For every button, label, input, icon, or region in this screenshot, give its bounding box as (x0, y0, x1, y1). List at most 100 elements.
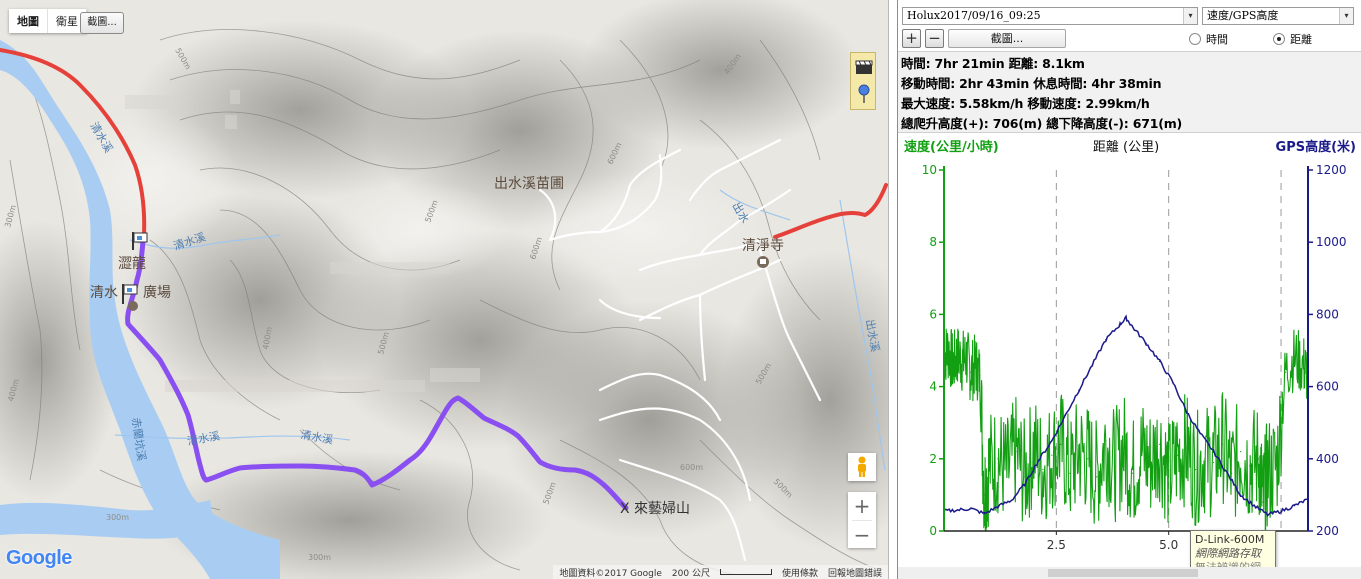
speed-point (1150, 461, 1152, 464)
terms-link[interactable]: 使用條款 (782, 566, 818, 579)
map-zoom-out-button[interactable]: − (848, 521, 876, 549)
speed-point (952, 364, 954, 366)
right-tick-label: 600 (1316, 380, 1339, 394)
destination-label: X 來藝婦山 (620, 500, 690, 517)
speed-point (1186, 447, 1188, 449)
altitude-point (983, 512, 986, 515)
stats-speed: 最大速度: 5.58km/h 移動速度: 2.99km/h (901, 96, 1150, 111)
stats-moving-rest: 移動時間: 2hr 43min 休息時間: 4hr 38min (901, 76, 1162, 91)
altitude-point (1010, 499, 1013, 502)
speed-point (1213, 461, 1215, 464)
tooltip-title: D-Link-600M (1195, 533, 1265, 546)
clapper-icon[interactable] (854, 56, 874, 78)
speed-point (988, 465, 990, 467)
speed-point (1204, 458, 1206, 460)
x-tick-label: 2.5 (1047, 538, 1066, 552)
street-view-pegman-icon[interactable] (848, 453, 876, 481)
altitude-point (1118, 324, 1120, 326)
speed-point (961, 360, 963, 362)
track-panel: Holux2017/09/16_09:25 ▾ 速度/GPS高度 ▾ + − 截… (897, 0, 1361, 579)
speed-point (1275, 465, 1278, 467)
map-data-attribution: 地圖資料©2017 Google (559, 568, 662, 579)
chevron-down-icon[interactable]: ▾ (1339, 8, 1353, 24)
speed-point (1069, 472, 1071, 474)
altitude-point (1266, 514, 1269, 516)
dragon-label: 澀龍 (118, 255, 146, 272)
right-axis-title: GPS高度(米) (1276, 139, 1356, 155)
speed-point (1132, 472, 1134, 474)
altitude-point (1051, 440, 1053, 442)
radio-distance-label: 距離 (1290, 33, 1312, 46)
track-file-select[interactable]: Holux2017/09/16_09:25 ▾ (902, 7, 1198, 25)
temple-label: 清淨寺 (742, 238, 784, 254)
altitude-point (970, 507, 972, 510)
speed-point (1006, 472, 1008, 474)
google-logo[interactable]: Google (6, 547, 72, 570)
radio-distance-dot[interactable] (1273, 33, 1285, 45)
speed-point (1239, 450, 1242, 453)
map-view[interactable]: 出水溪苗圃 清淨寺 清水 廣場 澀龍 X 來藝婦山 清水溪 清水溪 清水溪 清水… (0, 0, 889, 579)
plaza-left-label: 清水 (90, 285, 118, 301)
chart-horizontal-scrollbar[interactable] (898, 567, 1361, 579)
chart-zoom-in-button[interactable]: + (902, 29, 921, 48)
radio-time[interactable]: 時間 (1189, 31, 1228, 47)
chevron-down-icon[interactable]: ▾ (1183, 8, 1197, 24)
speed-point (983, 494, 986, 496)
map-canvas[interactable]: 出水溪苗圃 清淨寺 清水 廣場 澀龍 X 來藝婦山 清水溪 清水溪 清水溪 清水… (0, 0, 889, 579)
altitude-point (1091, 364, 1093, 366)
temple-icon[interactable] (757, 256, 769, 268)
scrollbar-thumb[interactable] (1048, 569, 1198, 577)
chart-svg[interactable]: 0 2 4 6 8 10 200 400 600 800 1000 1200 2.5 5.0 速度(公里/小… (898, 134, 1361, 567)
altitude-point (1253, 505, 1255, 507)
altitude-point (1199, 432, 1201, 435)
speed-point (1195, 469, 1197, 471)
speed-elevation-chart[interactable]: 0 2 4 6 8 10 200 400 600 800 1000 1200 2.5 5.0 速度(公里/小… (898, 134, 1361, 579)
speed-point (1096, 476, 1098, 478)
right-tick-label: 1000 (1316, 235, 1347, 249)
altitude-point (1105, 338, 1107, 341)
speed-point (1177, 454, 1179, 456)
map-scale-label[interactable]: 200 公尺 (672, 566, 710, 579)
altitude-point (1145, 342, 1147, 344)
river-label: 清水溪 (299, 428, 334, 447)
app-window: 出水溪苗圃 清淨寺 清水 廣場 澀龍 X 來藝婦山 清水溪 清水溪 清水溪 清水… (0, 0, 1361, 579)
right-tick-label: 200 (1316, 524, 1339, 538)
speed-point (1087, 458, 1089, 460)
speed-point (1284, 371, 1287, 373)
contour-label: 300m (106, 513, 129, 522)
stats-elevation: 總爬升高度(+): 706(m) 總下降高度(-): 671(m) (901, 116, 1183, 131)
map-zoom-in-button[interactable]: + (848, 492, 876, 520)
speed-point (970, 371, 972, 373)
radio-time-dot[interactable] (1189, 33, 1201, 45)
speed-point (1024, 476, 1026, 478)
location-pin-icon[interactable] (854, 83, 874, 105)
plaza-icon[interactable] (128, 301, 138, 311)
chart-capture-button[interactable]: 截圖... (948, 29, 1066, 48)
radio-distance[interactable]: 距離 (1273, 31, 1312, 47)
altitude-point (1024, 483, 1026, 485)
nursery-label: 出水溪苗圃 (494, 176, 564, 192)
speed-point (1105, 440, 1107, 442)
altitude-point (1239, 494, 1242, 496)
right-tick-label: 800 (1316, 307, 1339, 321)
chart-zoom-out-button[interactable]: − (925, 29, 944, 48)
plaza-right-label: 廣場 (143, 284, 171, 301)
right-tick-label: 1200 (1316, 163, 1347, 177)
altitude-point (1280, 510, 1282, 512)
chart-mode-value: 速度/GPS高度 (1207, 9, 1279, 22)
speed-point (1168, 476, 1170, 478)
speed-point (997, 458, 999, 460)
chart-mode-select[interactable]: 速度/GPS高度 ▾ (1202, 7, 1354, 25)
speed-point (1222, 443, 1224, 445)
report-map-error-link[interactable]: 回報地圖錯誤 (828, 566, 882, 579)
x-tick-label: 5.0 (1159, 538, 1178, 552)
altitude-point (1078, 389, 1080, 391)
map-type-map-tab[interactable]: 地圖 (9, 9, 48, 33)
altitude-point (956, 509, 959, 511)
speed-point (1248, 465, 1251, 467)
google-logo-text: Google (6, 547, 72, 569)
map-capture-button[interactable]: 截圖... (80, 12, 124, 34)
left-tick-label: 8 (929, 235, 937, 249)
scale-bar (719, 569, 772, 575)
panel-toolbar: + − 截圖... 時間 距離 (902, 29, 1354, 49)
